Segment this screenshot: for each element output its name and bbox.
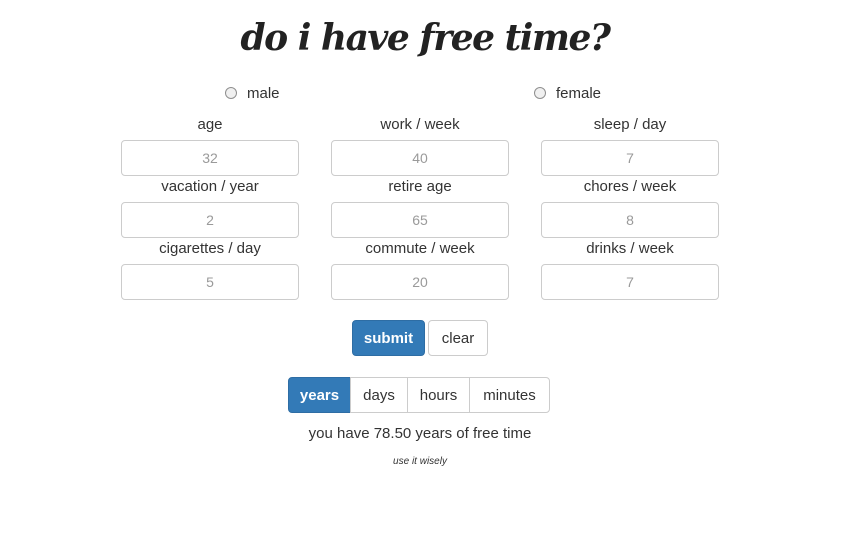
unit-days-button[interactable]: days xyxy=(350,377,408,413)
gender-male-option[interactable]: male xyxy=(225,84,280,102)
unit-minutes-button[interactable]: minutes xyxy=(469,377,550,413)
male-radio[interactable] xyxy=(225,87,237,99)
drinks-week-input[interactable] xyxy=(541,264,719,300)
page-title: do i have free time? xyxy=(240,17,611,59)
commute-week-input[interactable] xyxy=(331,264,509,300)
female-label: female xyxy=(556,84,602,102)
male-label: male xyxy=(247,84,280,102)
age-input[interactable] xyxy=(121,140,299,176)
result-subtext: use it wisely xyxy=(393,456,447,467)
age-label: age xyxy=(197,116,223,133)
result-text: you have 78.50 years of free time xyxy=(308,425,532,442)
clear-button[interactable]: clear xyxy=(428,320,488,356)
unit-years-button[interactable]: years xyxy=(288,377,351,413)
commute-week-label: commute / week xyxy=(365,240,475,257)
sleep-day-label: sleep / day xyxy=(593,116,667,133)
retire-age-label: retire age xyxy=(388,178,452,195)
chores-week-label: chores / week xyxy=(583,178,677,195)
submit-button[interactable]: submit xyxy=(352,320,425,356)
vacation-year-input[interactable] xyxy=(121,202,299,238)
sleep-day-input[interactable] xyxy=(541,140,719,176)
work-week-label: work / week xyxy=(380,116,460,133)
work-week-input[interactable] xyxy=(331,140,509,176)
drinks-week-label: drinks / week xyxy=(586,240,674,257)
gender-female-option[interactable]: female xyxy=(534,84,601,102)
unit-selector: years days hours minutes xyxy=(288,377,550,413)
cigarettes-day-label: cigarettes / day xyxy=(159,240,261,257)
cigarettes-day-input[interactable] xyxy=(121,264,299,300)
retire-age-input[interactable] xyxy=(331,202,509,238)
vacation-year-label: vacation / year xyxy=(161,178,259,195)
unit-hours-button[interactable]: hours xyxy=(407,377,470,413)
female-radio[interactable] xyxy=(534,87,546,99)
chores-week-input[interactable] xyxy=(541,202,719,238)
